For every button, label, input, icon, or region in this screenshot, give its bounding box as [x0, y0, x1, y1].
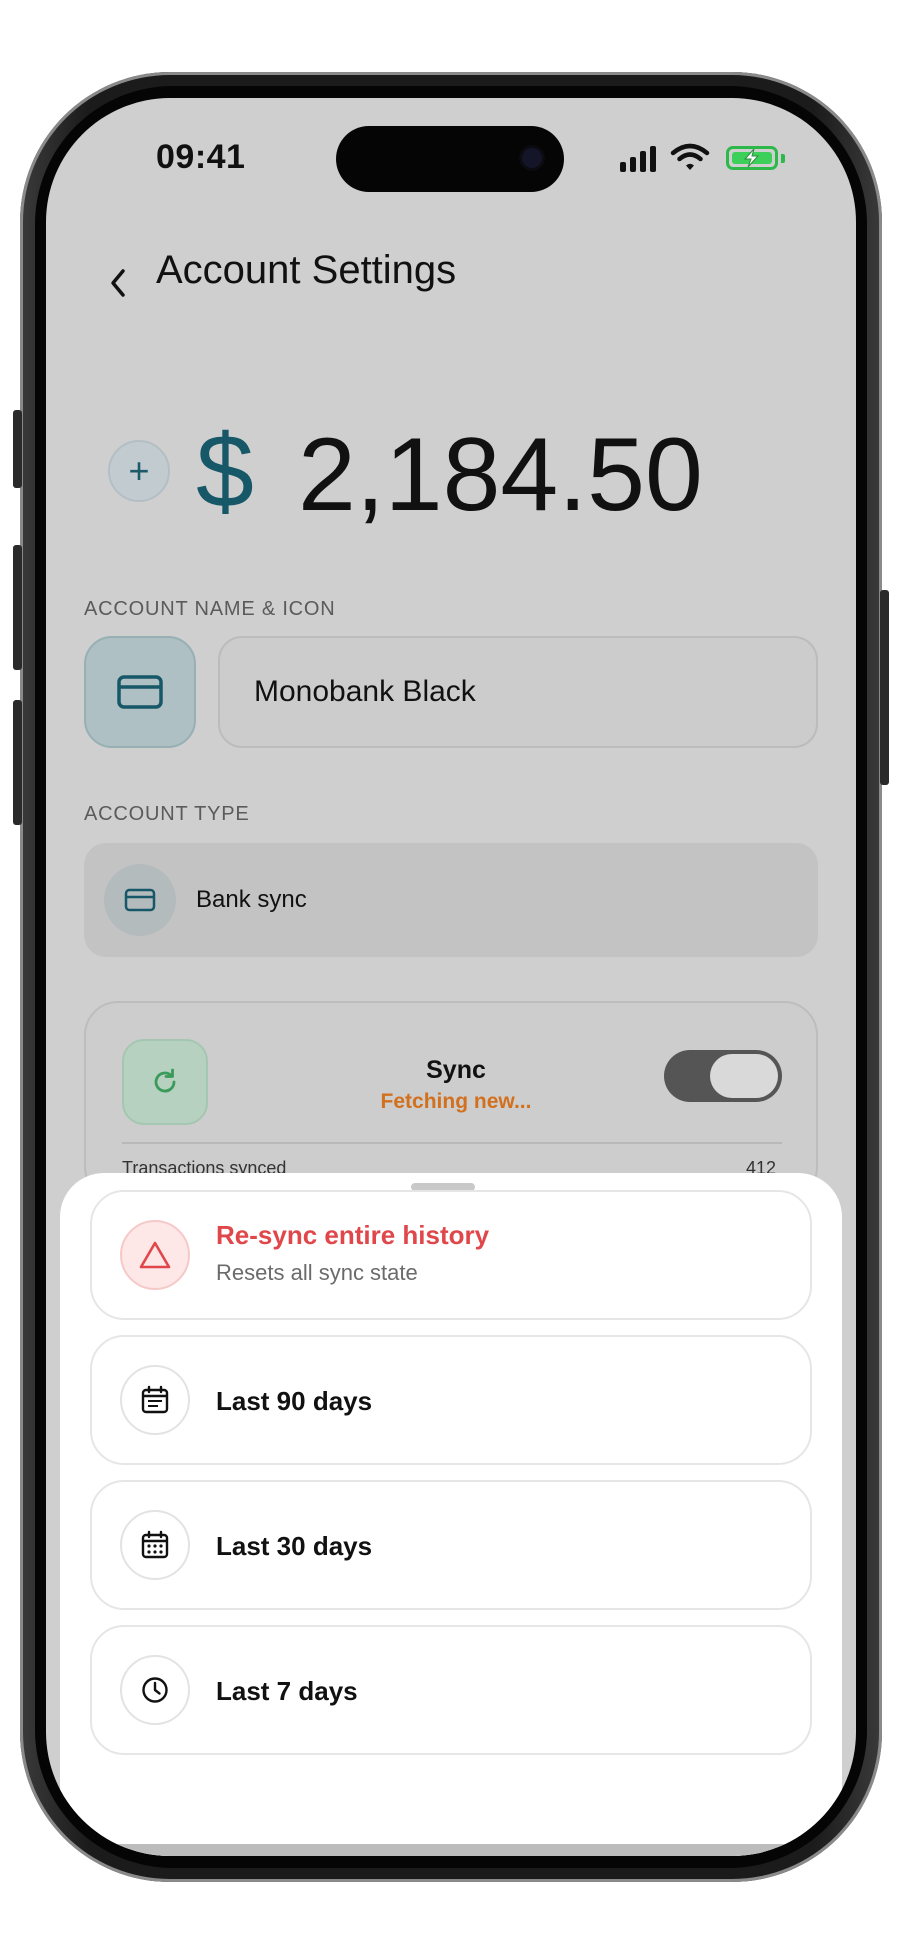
account-name-value: Monobank Black [254, 675, 476, 708]
sync-status: Fetching new... [380, 1090, 532, 1113]
volume-up-button [13, 545, 22, 670]
balance-amount[interactable]: 2,184.50 [298, 416, 703, 535]
option-icon-wrap [120, 1510, 190, 1580]
refresh-icon [154, 1068, 176, 1093]
sync-title: Sync [426, 1056, 486, 1084]
home-indicator-area [46, 1844, 856, 1856]
calendar-list-icon [141, 1385, 169, 1414]
chevron-left-icon [111, 269, 125, 297]
plus-icon: + [128, 450, 150, 491]
option-last-7-days[interactable]: Last 7 days [90, 1625, 812, 1755]
front-camera [522, 148, 542, 168]
sync-refresh-button[interactable] [122, 1039, 208, 1125]
status-time: 09:41 [156, 138, 246, 176]
action-button [13, 410, 22, 488]
power-button [880, 590, 889, 785]
option-subtitle: Resets all sync state [216, 1260, 418, 1285]
option-title: Last 90 days [216, 1386, 373, 1416]
account-icon-picker[interactable] [84, 636, 196, 748]
account-type-icon-wrap [104, 864, 176, 936]
option-icon-wrap [120, 1365, 190, 1435]
option-title: Last 30 days [216, 1531, 373, 1561]
card-icon [124, 888, 156, 912]
account-type-section-label: ACCOUNT TYPE [84, 803, 250, 825]
option-resync-entire-history[interactable]: Re-sync entire history Resets all sync s… [90, 1190, 812, 1320]
screen: 09:41 Account Settings + $ 2,184.50 ACCO… [46, 98, 856, 1856]
option-icon-wrap [120, 1220, 190, 1290]
sync-toggle-knob [710, 1054, 778, 1098]
currency-symbol[interactable]: $ [196, 413, 254, 532]
add-amount-button[interactable]: + [108, 440, 170, 502]
option-last-30-days[interactable]: Last 30 days [90, 1480, 812, 1610]
account-type-value: Bank sync [196, 886, 307, 913]
calendar-grid-icon [141, 1530, 169, 1559]
account-type-selector[interactable]: Bank sync [84, 843, 818, 957]
sync-divider [122, 1142, 782, 1144]
back-button[interactable] [98, 258, 138, 308]
account-name-field[interactable]: Monobank Black [218, 636, 818, 748]
card-icon [117, 675, 163, 709]
warning-triangle-icon [139, 1241, 171, 1269]
battery-tip [781, 154, 785, 163]
battery-icon [726, 146, 778, 170]
signal-icon [620, 146, 660, 172]
volume-down-button [13, 700, 22, 825]
option-title: Last 7 days [216, 1676, 358, 1706]
option-last-90-days[interactable]: Last 90 days [90, 1335, 812, 1465]
page-title: Account Settings [156, 248, 457, 292]
wifi-icon [670, 142, 710, 177]
clock-icon [142, 1677, 168, 1703]
account-name-section-label: ACCOUNT NAME & ICON [84, 598, 336, 620]
option-title: Re-sync entire history [216, 1220, 490, 1250]
option-icon-wrap [120, 1655, 190, 1725]
